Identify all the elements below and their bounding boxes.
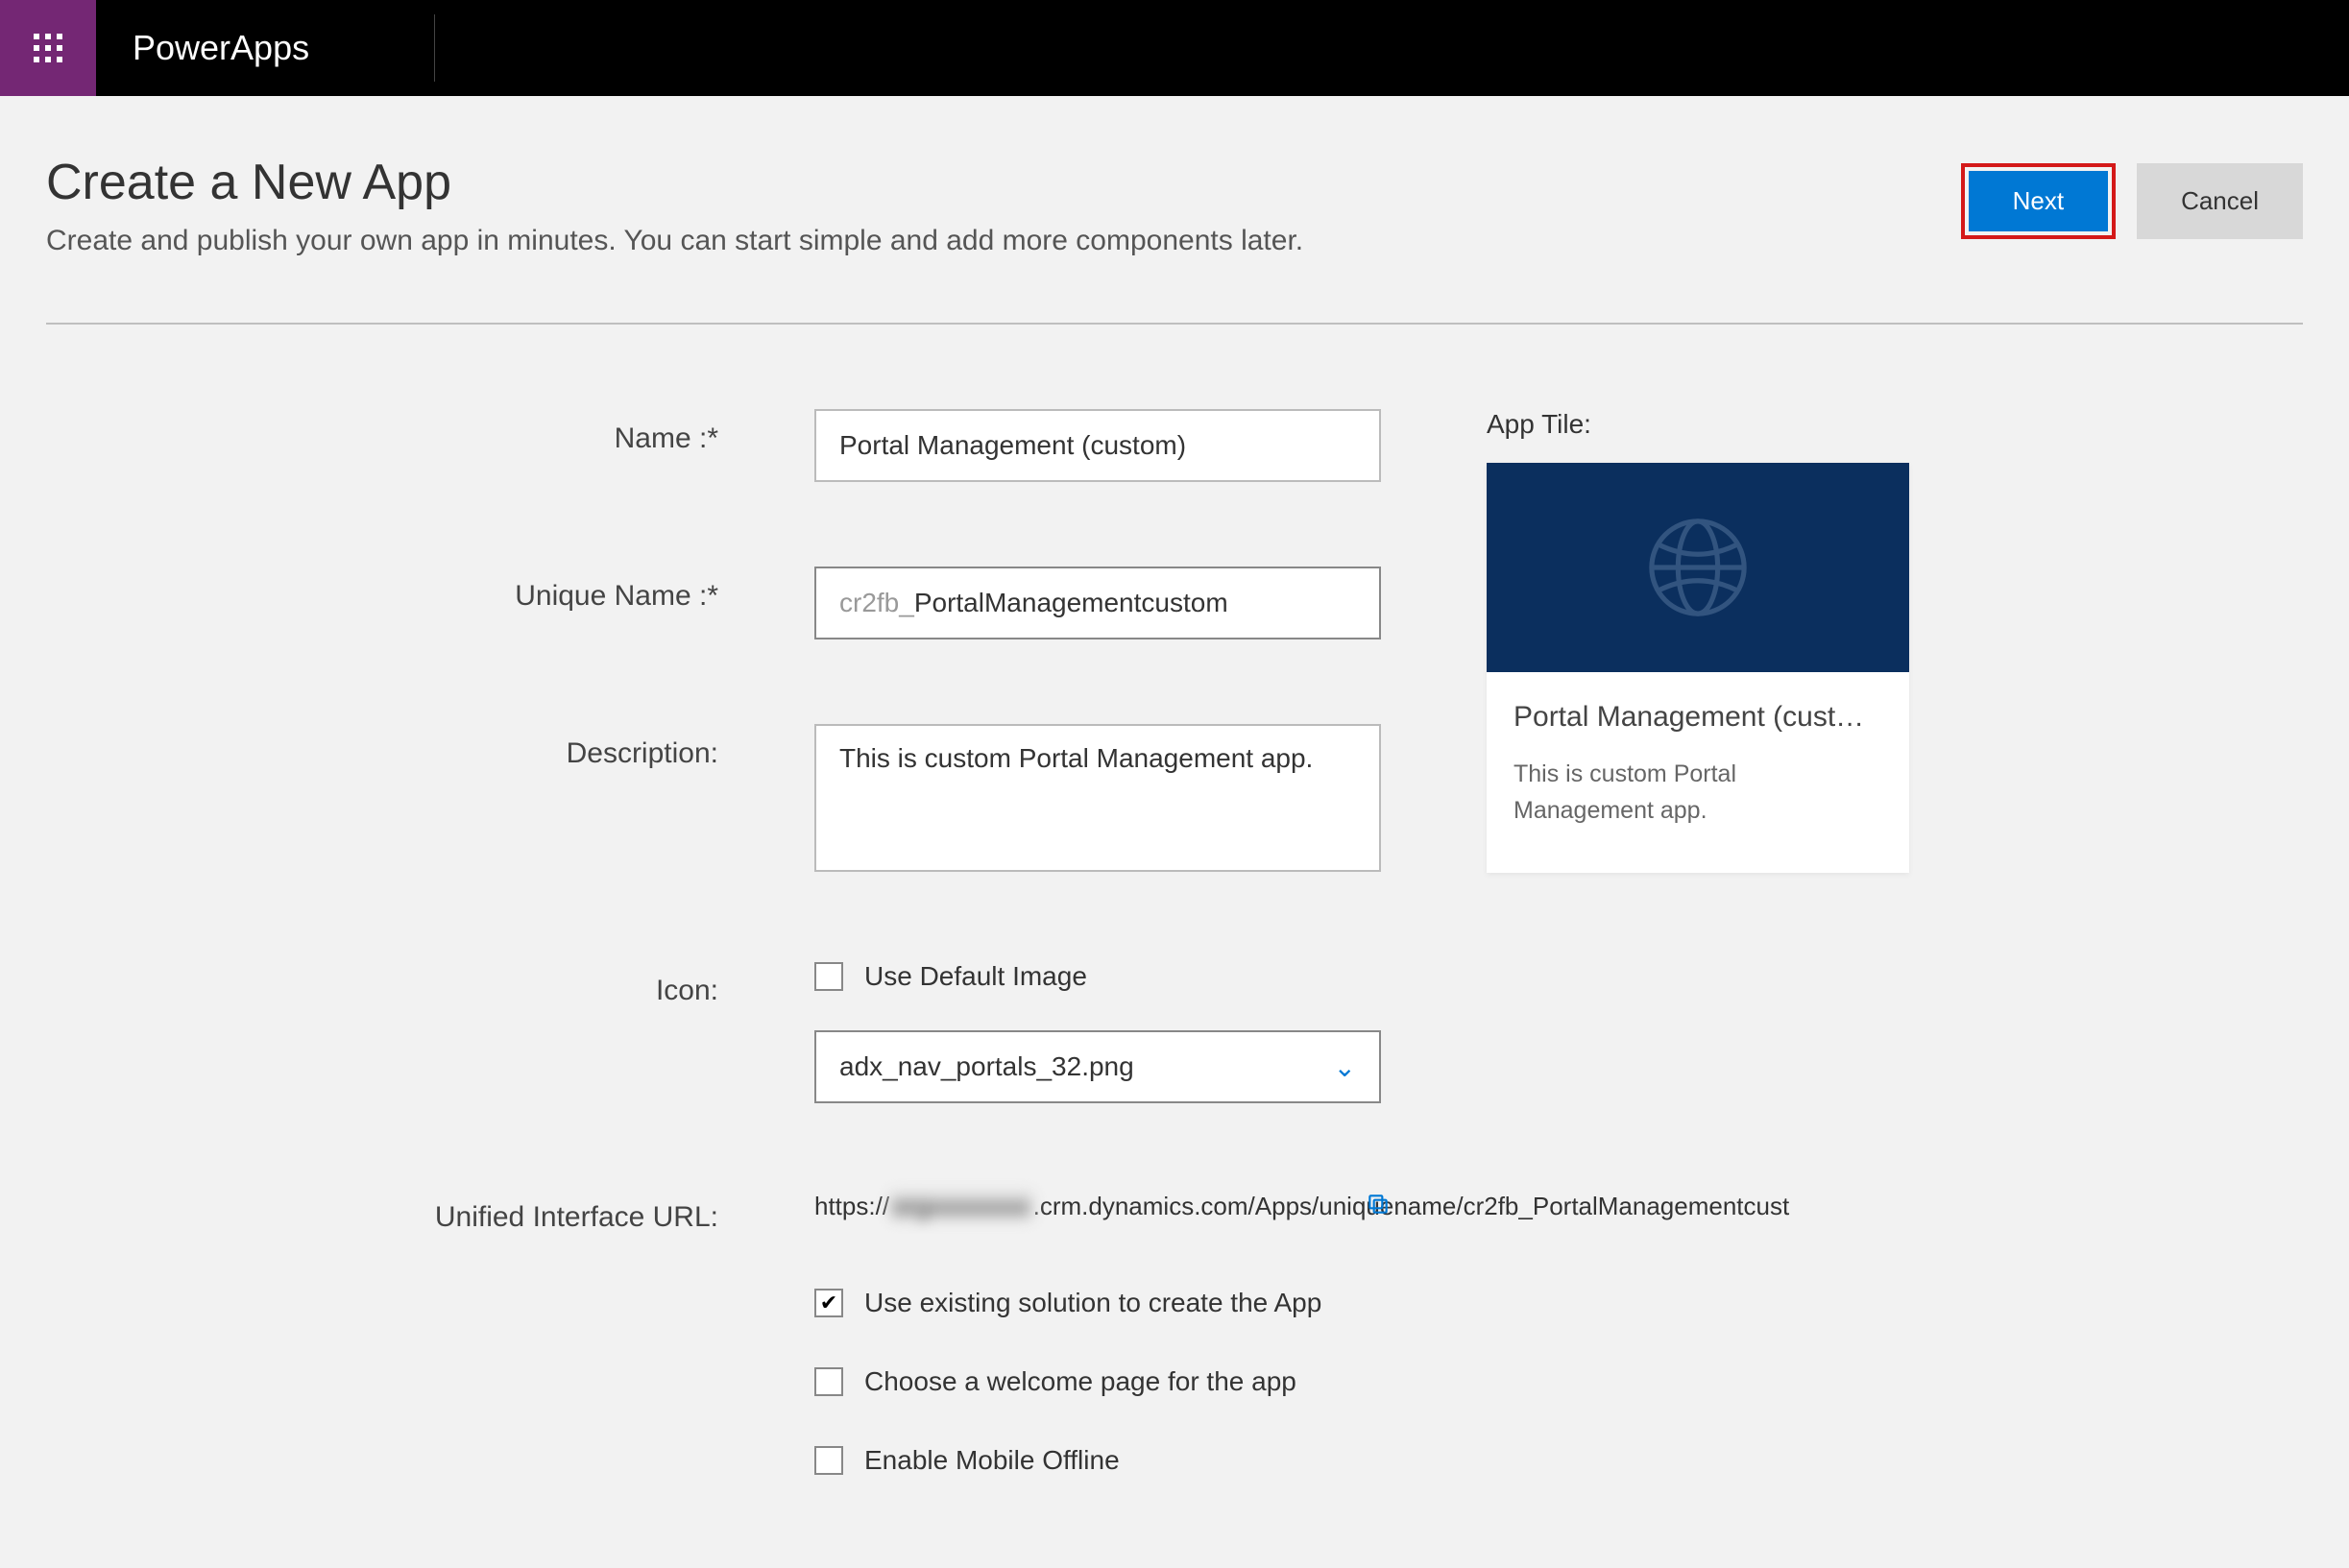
unique-name-input[interactable]: cr2fb_PortalManagementcustom — [814, 567, 1381, 639]
url-label: Unified Interface URL: — [46, 1188, 814, 1234]
choose-welcome-page-label: Choose a welcome page for the app — [864, 1366, 1296, 1397]
choose-welcome-page-checkbox[interactable] — [814, 1367, 843, 1396]
enable-mobile-offline-label: Enable Mobile Offline — [864, 1445, 1120, 1476]
top-navbar: PowerApps — [0, 0, 2349, 96]
next-button-highlight: Next — [1961, 163, 2116, 239]
chevron-down-icon: ⌄ — [1334, 1051, 1356, 1083]
app-tile-title: Portal Management (cust… — [1514, 701, 1882, 734]
app-tile-preview: Portal Management (cust… This is custom … — [1487, 463, 1909, 873]
unique-name-label: Unique Name :* — [46, 567, 814, 613]
url-value: https://orgxxxxxxxx.crm.dynamics.com/App… — [814, 1188, 1352, 1225]
use-default-image-label: Use Default Image — [864, 961, 1087, 992]
waffle-icon — [31, 31, 65, 65]
app-tile-label: App Tile: — [1487, 409, 2303, 440]
name-input[interactable] — [814, 409, 1381, 482]
brand-label: PowerApps — [96, 28, 309, 68]
icon-select-value: adx_nav_portals_32.png — [839, 1051, 1134, 1082]
cancel-button[interactable]: Cancel — [2137, 163, 2303, 239]
enable-mobile-offline-checkbox[interactable] — [814, 1446, 843, 1475]
unique-name-prefix: cr2fb_ — [839, 588, 914, 618]
name-label: Name :* — [46, 409, 814, 455]
app-tile-icon-area — [1487, 463, 1909, 672]
app-launcher-button[interactable] — [0, 0, 96, 96]
divider — [434, 14, 435, 82]
icon-select[interactable]: adx_nav_portals_32.png ⌄ — [814, 1030, 1381, 1103]
use-default-image-checkbox[interactable] — [814, 962, 843, 991]
divider — [46, 323, 2303, 325]
description-label: Description: — [46, 724, 814, 770]
app-tile-description: This is custom Portal Management app. — [1514, 757, 1882, 829]
use-existing-solution-checkbox[interactable] — [814, 1289, 843, 1317]
copy-icon[interactable] — [1366, 1192, 1391, 1221]
globe-icon — [1645, 515, 1751, 620]
unique-name-value: PortalManagementcustom — [914, 588, 1228, 618]
description-input[interactable] — [814, 724, 1381, 872]
page-subtitle: Create and publish your own app in minut… — [46, 225, 1303, 257]
next-button[interactable]: Next — [1969, 171, 2108, 231]
page-title: Create a New App — [46, 154, 1303, 211]
use-existing-solution-label: Use existing solution to create the App — [864, 1288, 1321, 1318]
icon-label: Icon: — [46, 961, 814, 1007]
